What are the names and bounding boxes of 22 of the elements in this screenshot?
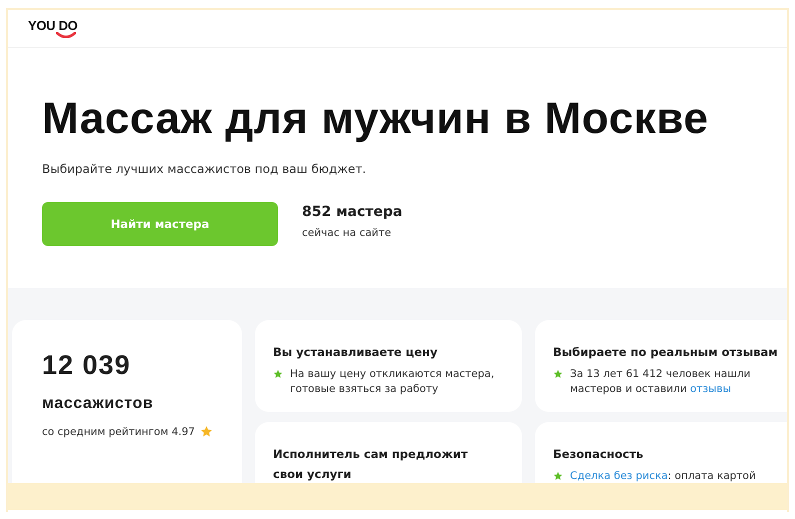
star-icon xyxy=(553,369,563,379)
feature-title: Исполнитель сам предложит свои услуги xyxy=(273,446,469,483)
find-master-button[interactable]: Найти мастера xyxy=(42,202,278,246)
star-icon xyxy=(273,369,283,379)
logo[interactable]: YOU DO xyxy=(28,19,78,38)
feature-title: Выбираете по реальным отзывам xyxy=(553,344,779,361)
star-icon xyxy=(553,471,563,481)
link[interactable]: Сделка без риска xyxy=(570,470,668,482)
rating-text: со средним рейтингом 4.97 xyxy=(42,426,195,438)
feature-title: Безопасность xyxy=(553,446,644,463)
subtitle: Выбирайте лучших массажистов под ваш бюджет. xyxy=(42,162,368,176)
feature-title: Вы устанавливаете цену xyxy=(273,344,438,361)
feature-text: На вашу цену откликаются мастера, готовые взяться за работу xyxy=(290,367,496,397)
link[interactable]: отзывы xyxy=(690,383,732,395)
feature-text: Сделка без риска: оплата картой xyxy=(570,469,757,483)
feature-text: За 13 лет 61 412 человек нашли мастеров и оставили отзывы xyxy=(570,367,752,397)
masters-caption: сейчас на сайте xyxy=(302,226,392,238)
masseur-count: 12 039 xyxy=(42,350,132,381)
masters-count: 852 мастера xyxy=(302,204,402,220)
masseur-label: массажистов xyxy=(42,395,154,413)
page-title: Массаж для мужчин в Москве xyxy=(42,94,710,144)
star-icon xyxy=(200,425,213,438)
